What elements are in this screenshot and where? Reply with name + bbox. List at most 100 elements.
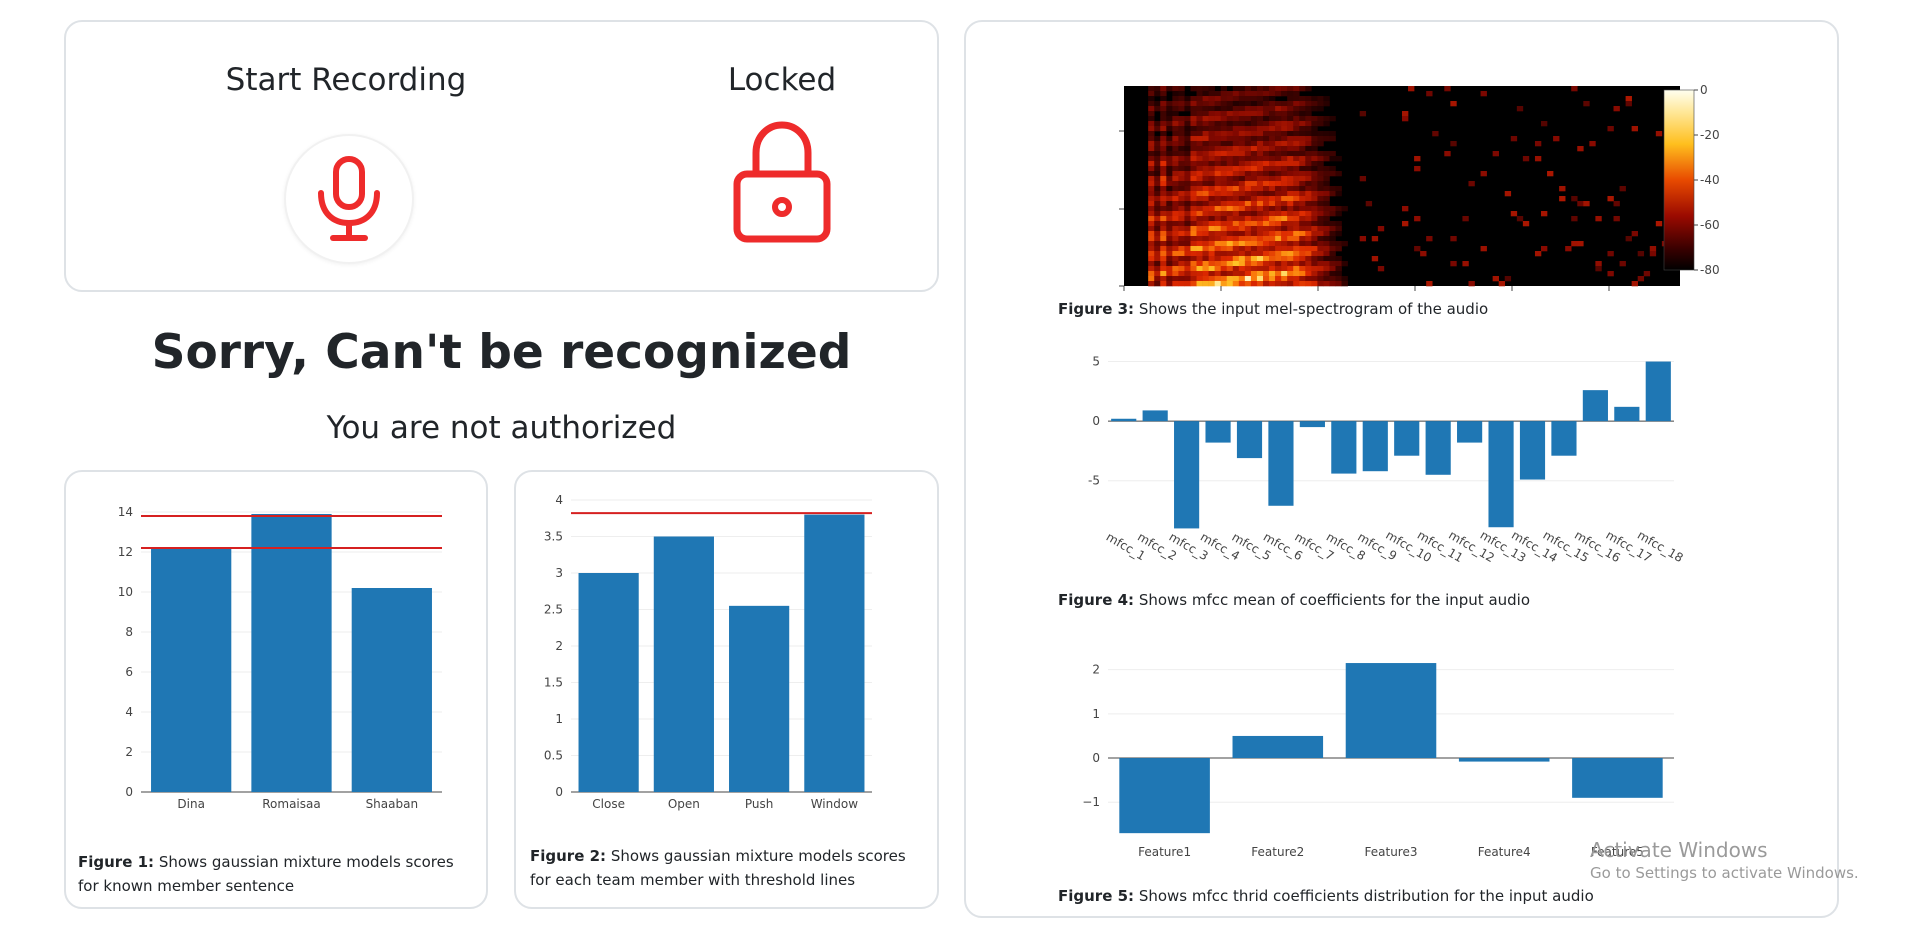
- spectrogram-cell: [1287, 181, 1294, 187]
- spectrogram-cell: [1256, 141, 1264, 147]
- spectrogram-cell: [1335, 206, 1342, 212]
- spectrogram-cell: [1190, 121, 1197, 127]
- spectrogram-cell: [1196, 141, 1203, 147]
- spectrogram-cell: [1317, 191, 1324, 197]
- spectrogram-cell: [1256, 221, 1264, 227]
- spectrogram-cell: [1220, 96, 1228, 102]
- spectrogram-cell: [1504, 191, 1512, 197]
- spectrogram-cell: [1293, 191, 1300, 197]
- spectrogram-cell: [1335, 256, 1342, 262]
- spectrogram-cell: [1172, 186, 1179, 192]
- spectrogram-cell: [1329, 131, 1336, 137]
- spectrogram-cell: [1220, 236, 1228, 242]
- spectrogram-cell: [1172, 91, 1179, 97]
- spectrogram-cell: [1166, 86, 1173, 92]
- spectrogram-cell: [1281, 241, 1288, 247]
- spectrogram-cell: [1250, 156, 1258, 162]
- spectrogram-cell: [1160, 201, 1167, 207]
- spectrogram-cell: [1305, 216, 1312, 222]
- spectrogram-cell: [1426, 91, 1433, 97]
- spectrogram-cell: [1190, 126, 1197, 132]
- spectrogram-cell: [1293, 271, 1300, 277]
- spectrogram-cell: [1317, 176, 1324, 182]
- spectrogram-cell: [1256, 201, 1264, 207]
- spectrogram-cell: [1160, 181, 1167, 187]
- spectrogram-cell: [1250, 116, 1258, 122]
- spectrogram-cell: [1269, 121, 1276, 127]
- spectrogram-cell: [1311, 136, 1318, 142]
- spectrogram-cell: [1148, 131, 1155, 137]
- spectrogram-cell: [1214, 246, 1221, 252]
- spectrogram-cell: [1238, 196, 1246, 202]
- spectrogram-cell: [1613, 106, 1620, 112]
- spectrogram-cell: [1166, 121, 1173, 127]
- spectrogram-cell: [1208, 86, 1215, 92]
- spectrogram-cell: [1172, 161, 1179, 167]
- spectrogram-cell: [1250, 106, 1258, 112]
- spectrogram-cell: [1232, 166, 1240, 172]
- x-tick-label: Close: [592, 797, 625, 811]
- spectrogram-cell: [1238, 266, 1246, 272]
- spectrogram-cell: [1202, 186, 1209, 192]
- spectrogram-cell: [1275, 231, 1282, 237]
- spectrogram-cell: [1281, 86, 1288, 92]
- spectrogram-cell: [1238, 126, 1246, 132]
- spectrogram-cell: [1148, 166, 1155, 172]
- spectrogram-cell: [1196, 191, 1203, 197]
- spectrogram-cell: [1329, 116, 1336, 122]
- spectrogram-cell: [1184, 261, 1191, 267]
- bar: [1519, 421, 1546, 480]
- spectrogram-cell: [1244, 116, 1252, 122]
- spectrogram-cell: [1293, 246, 1300, 252]
- spectrogram-cell: [1571, 241, 1578, 247]
- spectrogram-cell: [1293, 221, 1300, 227]
- spectrogram-cell: [1468, 281, 1475, 287]
- spectrogram-cell: [1214, 161, 1221, 167]
- spectrogram-cell: [1323, 201, 1330, 207]
- spectrogram-cell: [1275, 151, 1282, 157]
- spectrogram-cell: [1311, 131, 1318, 137]
- spectrogram-cell: [1214, 106, 1221, 112]
- spectrogram-cell: [1154, 266, 1161, 272]
- y-tick-label: −1: [1082, 795, 1100, 809]
- spectrogram-cell: [1269, 86, 1276, 92]
- spectrogram-cell: [1196, 106, 1203, 112]
- spectrogram-cell: [1256, 266, 1264, 272]
- spectrogram-cell: [1281, 196, 1288, 202]
- spectrogram-cell: [1178, 231, 1185, 237]
- spectrogram-cell: [1287, 96, 1294, 102]
- spectrogram-cell: [1232, 171, 1240, 177]
- figure-3-text: Shows the input mel-spectrogram of the a…: [1134, 300, 1489, 318]
- spectrogram-cell: [1250, 246, 1258, 252]
- spectrogram-cell: [1202, 141, 1209, 147]
- spectrogram-cell: [1202, 86, 1209, 92]
- spectrogram-cell: [1281, 156, 1288, 162]
- spectrogram-cell: [1172, 171, 1179, 177]
- spectrogram-cell: [1184, 171, 1191, 177]
- spectrogram-cell: [1269, 106, 1276, 112]
- spectrogram-cell: [1160, 221, 1167, 227]
- spectrogram-cell: [1281, 141, 1288, 147]
- spectrogram-cell: [1335, 276, 1342, 282]
- spectrogram-cell: [1323, 276, 1330, 282]
- spectrogram-cell: [1311, 236, 1318, 242]
- spectrogram-cell: [1148, 256, 1155, 262]
- spectrogram-cell: [1202, 196, 1209, 202]
- spectrogram-cell: [1208, 121, 1215, 127]
- spectrogram-cell: [1263, 266, 1270, 272]
- spectrogram-cell: [1275, 171, 1282, 177]
- spectrogram-cell: [1220, 221, 1228, 227]
- spectrogram-cell: [1335, 266, 1342, 272]
- spectrogram-cell: [1305, 236, 1312, 242]
- spectrogram-cell: [1214, 191, 1221, 197]
- spectrogram-cell: [1214, 236, 1221, 242]
- spectrogram-cell: [1256, 181, 1264, 187]
- y-tick-label: 1.5: [544, 676, 563, 690]
- spectrogram-cell: [1208, 181, 1215, 187]
- spectrogram-cell: [1244, 211, 1252, 217]
- y-tick-label: 12: [118, 545, 133, 559]
- spectrogram-cell: [1263, 281, 1270, 287]
- start-recording-button[interactable]: [284, 134, 414, 264]
- spectrogram-cell: [1166, 276, 1173, 282]
- figure-1-chart: 0 2 4 6 8 10 12 14 Dina Romaisaa Shaaban: [118, 505, 442, 811]
